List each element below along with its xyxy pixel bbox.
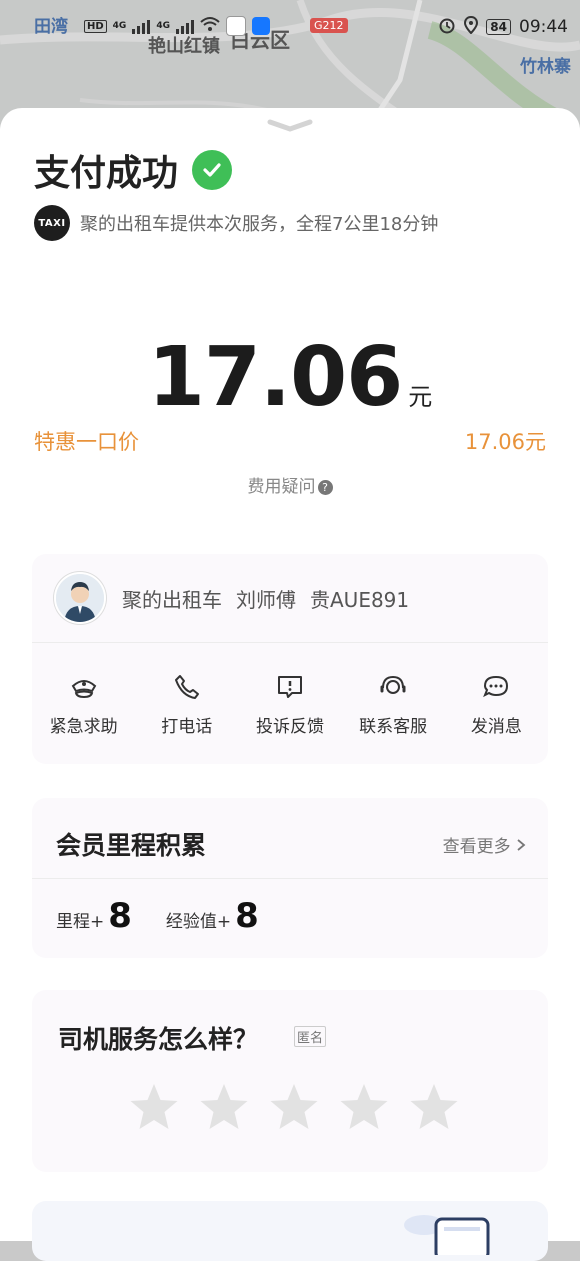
currency-unit: 元 (408, 383, 433, 411)
mileage-value: 8 (108, 896, 132, 936)
status-bar: HD 4G 4G 84 09:44 (0, 10, 580, 50)
price-type-label: 特惠一口价 (34, 430, 139, 454)
collapse-handle-icon[interactable] (266, 117, 314, 136)
complaint-button[interactable]: 投诉反馈 (238, 674, 341, 737)
taxi-logo: TAXI (34, 205, 70, 241)
message-icon (482, 674, 510, 704)
alarm-icon (438, 16, 456, 38)
anonymous-badge: 匿名 (294, 1026, 327, 1047)
star-icon[interactable] (408, 1082, 460, 1136)
message-button[interactable]: 发消息 (445, 674, 548, 737)
divider (32, 642, 548, 643)
member-mileage-card: 会员里程积累 查看更多 里程+ 8 经验值+ 8 (32, 798, 548, 958)
service-info-row: TAXI 聚的出租车提供本次服务，全程7公里18分钟 (34, 205, 438, 241)
promo-card[interactable] (32, 1201, 548, 1261)
action-label: 投诉反馈 (255, 717, 324, 737)
fee-question-link[interactable]: 费用疑问? (0, 472, 580, 497)
mileage-title: 会员里程积累 (56, 831, 207, 860)
star-icon[interactable] (338, 1082, 390, 1136)
map-label-zhulinzhai: 竹林寨 (520, 57, 571, 77)
chat-app-icon (225, 16, 246, 36)
police-cap-icon (70, 674, 98, 704)
driver-name: 刘师傅 (236, 587, 296, 612)
hd-badge-1: HD (84, 19, 107, 33)
phone-illustration-icon (402, 1205, 502, 1261)
price-type-value: 17.06元 (464, 430, 546, 454)
chevron-right-icon (516, 837, 526, 857)
customer-service-icon (379, 674, 407, 704)
driver-rating-card: 司机服务怎么样？ 匿名 (32, 990, 548, 1172)
experience-value: 8 (235, 896, 259, 936)
experience-label: 经验值+ (165, 912, 232, 932)
action-row: 紧急求助 打电话 投诉反馈 联系客服 发消息 (32, 674, 548, 737)
action-label: 打电话 (161, 717, 213, 737)
customer-service-button[interactable]: 联系客服 (342, 674, 445, 737)
signal-icon-2 (175, 18, 194, 34)
driver-company: 聚的出租车 (122, 587, 222, 612)
question-mark-icon: ? (317, 480, 333, 495)
action-label: 紧急求助 (49, 717, 118, 737)
call-button[interactable]: 打电话 (135, 674, 238, 737)
driver-avatar (54, 572, 106, 624)
star-icon[interactable] (268, 1082, 320, 1136)
mileage-stats: 里程+ 8 经验值+ 8 (56, 896, 259, 936)
license-plate: 贵AUE891 (310, 587, 410, 612)
network-gen-1: 4G (112, 21, 127, 31)
driver-card: 聚的出租车 刘师傅 贵AUE891 紧急求助 打电话 投诉反馈 联系客服 发消息 (32, 554, 548, 764)
rating-title: 司机服务怎么样？ (58, 1025, 259, 1054)
success-check-icon (192, 150, 233, 190)
driver-info-row: 聚的出租车 刘师傅 贵AUE891 (54, 572, 409, 624)
fee-question-label: 费用疑问 (247, 477, 316, 497)
wifi-icon (200, 16, 220, 36)
mileage-label: 里程+ (56, 912, 105, 932)
battery-indicator: 84 (486, 19, 511, 35)
location-icon (464, 15, 479, 38)
star-rating (128, 1082, 460, 1136)
view-more-label: 查看更多 (442, 837, 511, 857)
complaint-icon (276, 674, 304, 704)
view-more-link[interactable]: 查看更多 (443, 832, 526, 857)
action-label: 发消息 (470, 717, 522, 737)
status-time: 09:44 (519, 17, 568, 37)
divider (32, 878, 548, 879)
star-icon[interactable] (198, 1082, 250, 1136)
amount-row: 17.06 元 (0, 330, 580, 425)
network-gen-2: 4G (156, 21, 170, 31)
service-description: 聚的出租车提供本次服务，全程7公里18分钟 (80, 214, 439, 235)
title-row: 支付成功 (34, 144, 233, 196)
phone-icon (174, 674, 200, 704)
signal-icon-1 (132, 18, 151, 34)
payment-sheet: 支付成功 TAXI 聚的出租车提供本次服务，全程7公里18分钟 17.06 元 特… (0, 108, 580, 1261)
action-label: 联系客服 (359, 717, 428, 737)
page-title: 支付成功 (34, 153, 179, 194)
paid-amount: 17.06 (147, 330, 403, 425)
star-icon[interactable] (128, 1082, 180, 1136)
alipay-app-icon (251, 17, 270, 35)
emergency-button[interactable]: 紧急求助 (32, 674, 135, 737)
